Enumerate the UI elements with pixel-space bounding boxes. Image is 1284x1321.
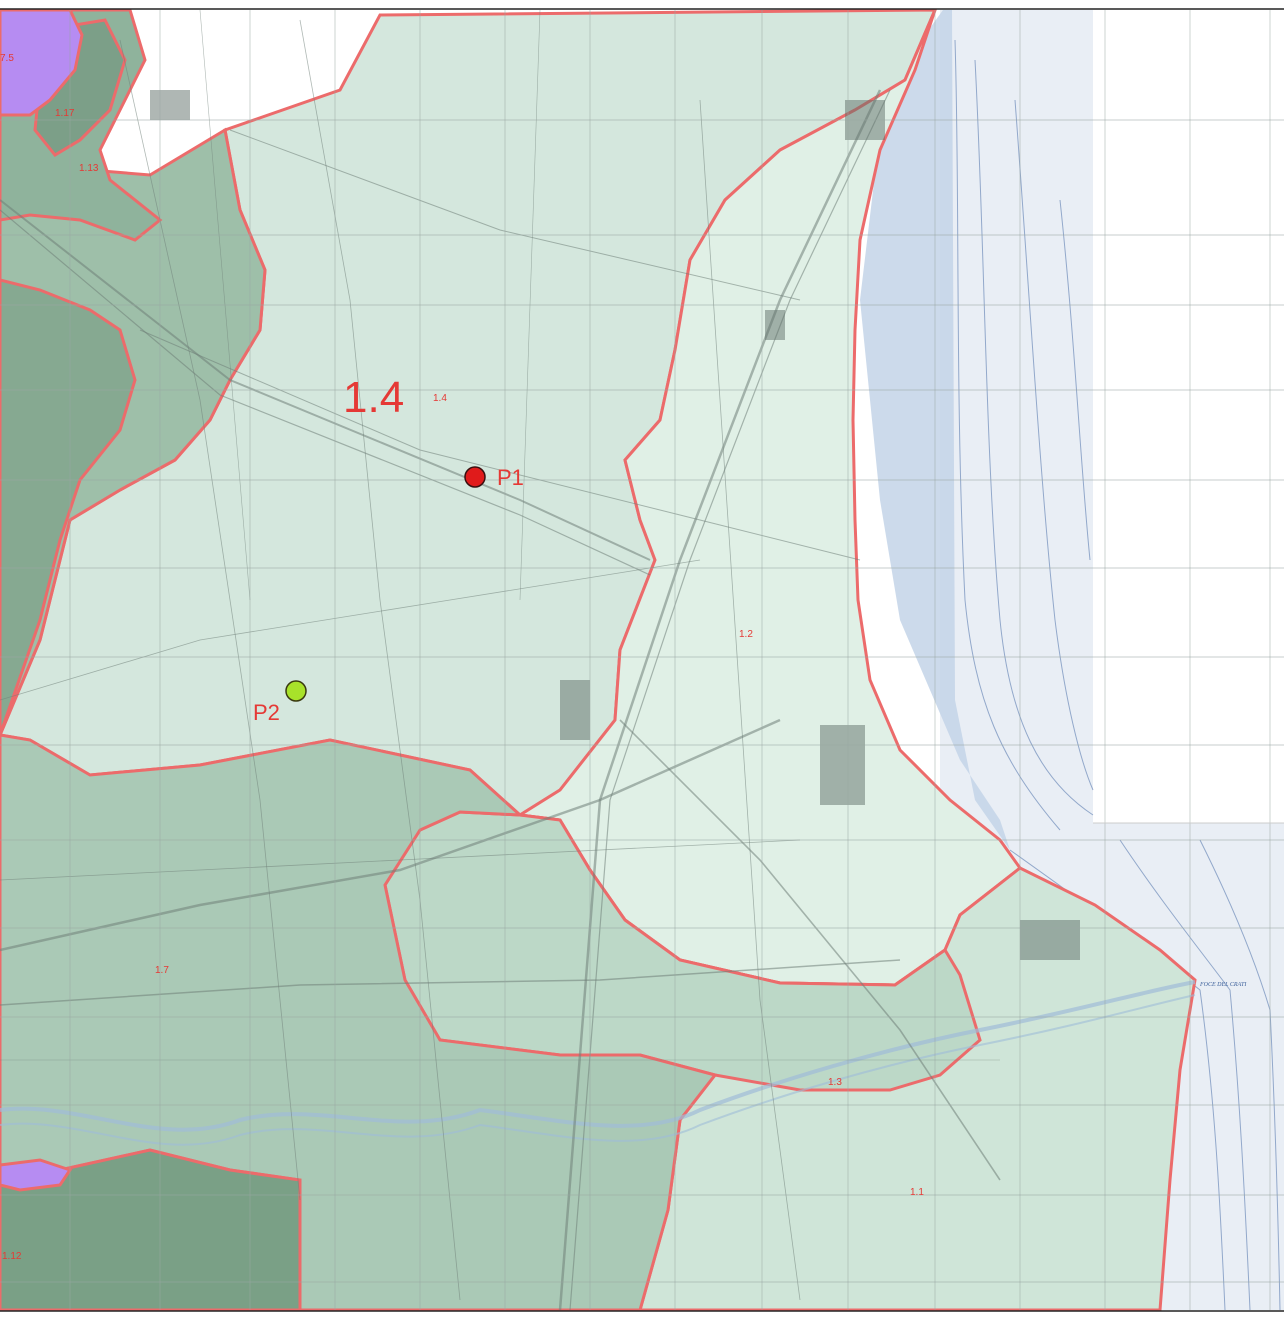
zone-label-1-12: 1.12 [2,1251,22,1262]
zone-label-1-7: 1.7 [155,965,169,976]
zone-label-1-3: 1.3 [828,1077,842,1088]
zone-label-1-2: 1.2 [739,629,753,640]
zone-label-1-13: 1.13 [79,163,99,174]
point-p1-marker[interactable] [464,466,486,488]
point-p2-label: P2 [253,700,280,725]
zone-label-1-4: 1.4 [433,393,447,404]
blank-inset-panel [1093,10,1284,823]
zone-label-7-5: 7.5 [0,53,14,64]
geologic-map[interactable]: 1.4 1.4 1.2 1.3 1.1 1.7 1.12 1.13 1.17 7… [0,0,1284,1321]
point-p1-label: P1 [497,465,524,490]
zone-label-1-4-large: 1.4 [343,373,404,422]
place-label-river-mouth: FOCE DEL CRATI [1199,982,1247,988]
zone-label-1-17: 1.17 [55,108,75,119]
zone-label-1-1: 1.1 [910,1187,924,1198]
point-p2-marker[interactable] [285,680,307,702]
